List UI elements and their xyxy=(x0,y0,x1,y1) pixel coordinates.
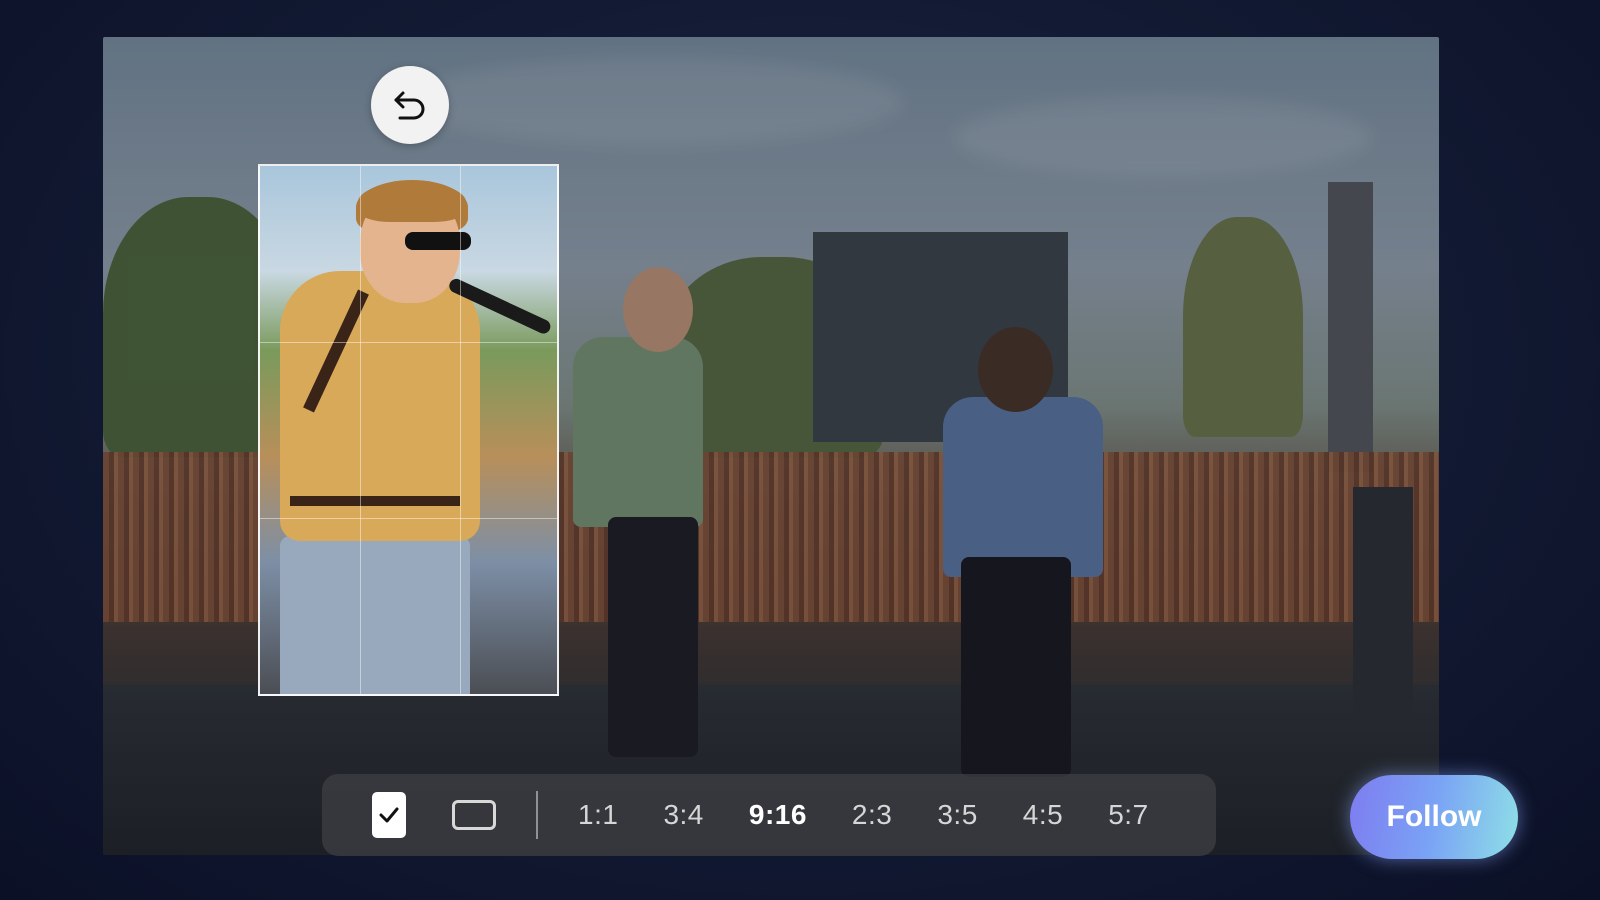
sunglasses xyxy=(405,232,471,250)
freeform-ratio-button[interactable] xyxy=(452,800,496,830)
toolbar-divider xyxy=(536,791,538,839)
singer-jeans xyxy=(280,536,470,694)
ratio-3-5[interactable]: 3:5 xyxy=(937,799,977,831)
crop-grid-line xyxy=(260,518,557,519)
ratio-4-5[interactable]: 4:5 xyxy=(1023,799,1063,831)
undo-arrow-icon xyxy=(394,91,425,120)
singer-hair-top xyxy=(358,182,466,222)
ratio-1-1[interactable]: 1:1 xyxy=(578,799,618,831)
crop-frame[interactable] xyxy=(258,164,559,696)
undo-button[interactable] xyxy=(371,66,449,144)
ratio-3-4[interactable]: 3:4 xyxy=(663,799,703,831)
crop-grid-line xyxy=(260,342,557,343)
crop-grid-line xyxy=(360,166,361,694)
follow-button[interactable]: Follow xyxy=(1350,775,1518,859)
jacket-hem-stripe xyxy=(290,496,460,506)
ratio-5-7[interactable]: 5:7 xyxy=(1108,799,1148,831)
ratio-9-16[interactable]: 9:16 xyxy=(749,799,807,831)
ratio-2-3[interactable]: 2:3 xyxy=(852,799,892,831)
crop-grid-line xyxy=(460,166,461,694)
check-icon xyxy=(379,807,399,823)
crop-ratio-toolbar: 1:1 3:4 9:16 2:3 3:5 4:5 5:7 xyxy=(322,774,1216,856)
confirm-crop-button[interactable] xyxy=(372,792,406,838)
